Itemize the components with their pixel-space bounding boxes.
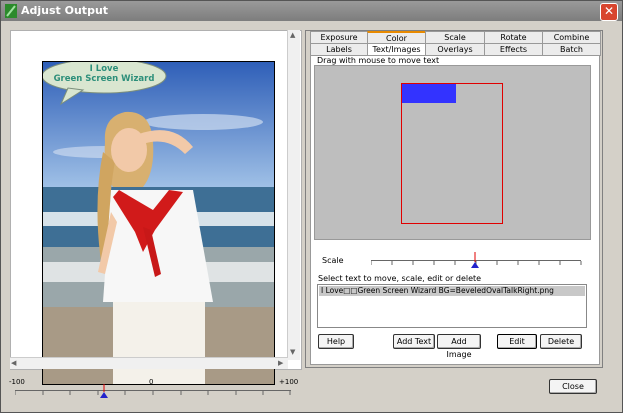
title-bar: Adjust Output ✕ [1, 1, 622, 21]
text-items-list[interactable]: I Love□□Green Screen Wizard BG=BeveledOv… [317, 284, 587, 328]
window-title: Adjust Output [21, 4, 109, 17]
select-hint: Select text to move, scale, edit or dele… [318, 274, 482, 283]
list-item[interactable]: I Love□□Green Screen Wizard BG=BeveledOv… [319, 286, 585, 296]
slider-mid-label: 0 [149, 378, 154, 386]
scale-slider-thumb-icon[interactable] [470, 252, 480, 268]
add-image-button[interactable]: Add Image [437, 334, 481, 359]
vertical-scrollbar[interactable]: ▲ ▼ [287, 30, 300, 360]
adjust-slider[interactable]: -100 0 +100 [9, 378, 298, 408]
app-icon [5, 4, 17, 18]
edit-button[interactable]: Edit [497, 334, 537, 349]
adjust-output-window: Adjust Output ✕ I Love Green Screen Wiza… [0, 0, 623, 413]
photo-image[interactable]: I Love Green Screen Wizard [42, 61, 275, 385]
scroll-down-icon[interactable]: ▼ [290, 348, 295, 356]
scroll-up-icon[interactable]: ▲ [290, 31, 295, 39]
slider-max-label: +100 [279, 378, 299, 386]
slider-min-label: -100 [9, 378, 25, 386]
help-button[interactable]: Help [318, 334, 354, 349]
page-outline [401, 83, 503, 224]
horizontal-scrollbar[interactable]: ◀ ▶ [10, 357, 288, 369]
close-button[interactable]: Close [549, 379, 597, 394]
add-text-button[interactable]: Add Text [393, 334, 435, 349]
delete-button[interactable]: Delete [540, 334, 582, 349]
drag-hint: Drag with mouse to move text [317, 56, 440, 65]
text-block-handle[interactable] [402, 84, 456, 103]
close-icon[interactable]: ✕ [600, 3, 618, 21]
bubble-text-line2: Green Screen Wizard [53, 74, 155, 84]
scroll-right-icon[interactable]: ▶ [278, 359, 283, 367]
scroll-left-icon[interactable]: ◀ [11, 359, 16, 367]
photo-illustration [43, 62, 274, 384]
bubble-text-line1: I Love [89, 64, 119, 74]
slider-ticks [15, 391, 291, 395]
scale-label: Scale [322, 256, 344, 265]
slider-thumb-icon[interactable] [99, 384, 109, 398]
